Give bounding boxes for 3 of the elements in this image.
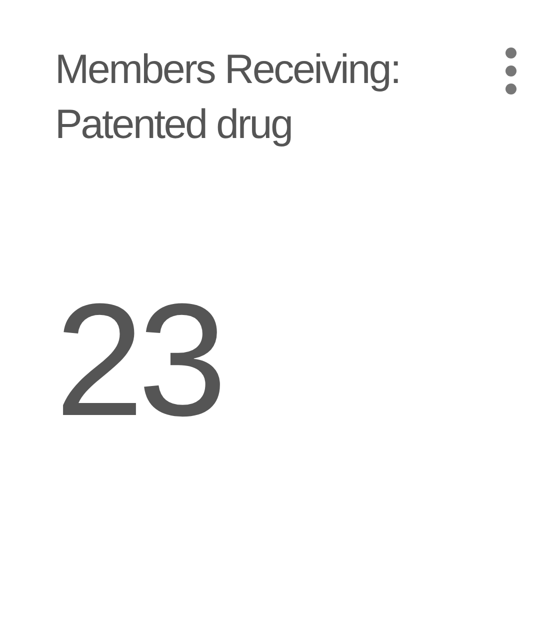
card-title: Members Receiving: Patented drug — [55, 45, 401, 149]
more-options-icon[interactable] — [504, 46, 518, 96]
metric-value: 23 — [55, 280, 221, 440]
